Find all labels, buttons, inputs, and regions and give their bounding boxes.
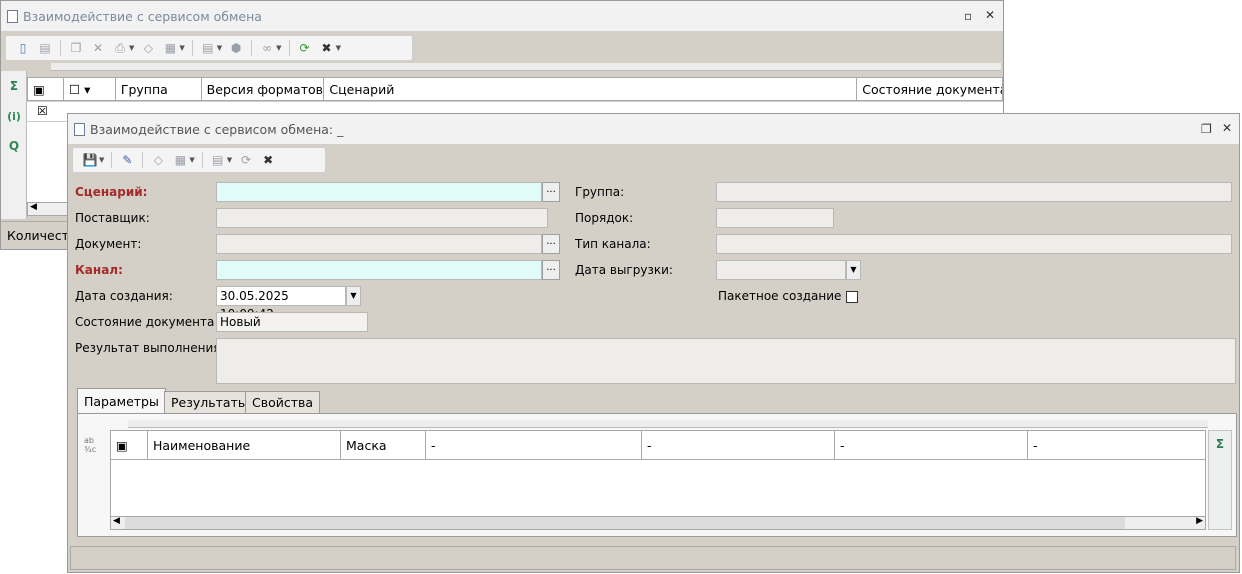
front-window: Взаимодействие с сервисом обмена: _ ❐ ✕ … (67, 113, 1240, 573)
document-icon (7, 9, 18, 23)
tools-icon[interactable]: ✖ (319, 40, 335, 56)
col-document-state[interactable]: Состояние документа (857, 78, 1002, 100)
sum-icon[interactable]: Σ (3, 75, 25, 97)
col-group[interactable]: Группа (116, 78, 202, 100)
front-status-bar (70, 546, 1236, 570)
parameters-grid-body (110, 460, 1206, 516)
scroll-right-icon[interactable]: ▶ (1196, 516, 1203, 526)
document-label: Документ: (75, 237, 142, 251)
back-window-titlebar: Взаимодействие с сервисом обмена ▫ ✕ (1, 1, 1003, 31)
result-field[interactable] (216, 338, 1236, 384)
supplier-label: Поставщик: (75, 211, 150, 225)
scroll-left-icon[interactable]: ◀ (113, 516, 120, 526)
group-label: Группа: (575, 185, 625, 199)
archive-icon[interactable]: ▦ (162, 40, 178, 56)
edit-icon[interactable]: ▤ (37, 40, 53, 56)
col-dash-3[interactable]: - (835, 431, 1028, 459)
scroll-thumb[interactable] (125, 517, 1125, 529)
col-dash-1[interactable]: - (426, 431, 642, 459)
batch-create-checkbox[interactable] (846, 291, 858, 303)
count-label: Количест (7, 228, 69, 243)
close-icon[interactable]: ✕ (1222, 121, 1232, 135)
report-icon[interactable]: ▤ (210, 152, 226, 168)
columns-icon[interactable]: ▣ (111, 431, 148, 459)
text-format-icon[interactable]: ab ¾c (84, 436, 96, 454)
front-toolbar: 💾 ▼ ✎ ◇ ▦ ▼ ▤ ▼ ⟳ ✖ (72, 147, 326, 173)
order-label: Порядок: (575, 211, 634, 225)
parameters-side-panel: Σ (1208, 430, 1232, 530)
scenario-field[interactable] (216, 182, 542, 202)
export-date-field[interactable] (716, 260, 846, 280)
select-all-checkbox[interactable]: ☐ ▾ (64, 78, 116, 100)
parameters-grid-header: ▣ Наименование Маска - - - - (110, 430, 1206, 460)
columns-icon[interactable]: ▣ (28, 78, 64, 100)
channel-ellipsis-button[interactable]: ... (542, 260, 560, 280)
document-icon (74, 122, 85, 136)
parameters-horizontal-scrollbar[interactable]: ◀ ▶ (110, 516, 1206, 530)
document-state-field: Новый (216, 312, 368, 332)
document-ellipsis-button[interactable]: ... (542, 234, 560, 254)
link-icon[interactable]: ∞ (259, 40, 275, 56)
result-label: Результат выполнения: (75, 341, 225, 355)
back-window-title: Взаимодействие с сервисом обмена (23, 8, 262, 24)
new-icon[interactable]: ▯ (15, 40, 31, 56)
channel-field[interactable] (216, 260, 542, 280)
database-icon[interactable]: ⬢ (228, 40, 244, 56)
created-date-dropdown[interactable]: ▼ (346, 286, 361, 306)
back-side-panel: Σ (i) Q (1, 71, 27, 219)
document-field[interactable] (216, 234, 542, 254)
delete-icon[interactable]: ✕ (90, 40, 106, 56)
copy-icon[interactable]: ❐ (68, 40, 84, 56)
tools-icon[interactable]: ✖ (260, 152, 276, 168)
front-window-titlebar: Взаимодействие с сервисом обмена: _ ❐ ✕ (68, 114, 1239, 144)
created-date-field[interactable]: 30.05.2025 10:09:42 (216, 286, 346, 321)
back-grid-header: ▣ ☐ ▾ Группа Версия форматов Сценарий Со… (27, 77, 1003, 101)
batch-create-label: Пакетное создание (718, 289, 842, 303)
eraser-icon[interactable]: ◇ (150, 152, 166, 168)
tab-parameters[interactable]: Параметры (77, 388, 166, 414)
col-format-version[interactable]: Версия форматов (202, 78, 325, 100)
tab-panel: ab ¾c ▣ Наименование Маска - - - - ◀ ▶ Σ (77, 413, 1237, 537)
apply-icon[interactable]: ✎ (119, 152, 135, 168)
channel-label: Канал: (75, 263, 123, 277)
document-state-label: Состояние документа (75, 315, 215, 329)
restore-icon[interactable]: ▫ (964, 9, 972, 23)
column-drag-strip (51, 63, 1001, 71)
close-icon[interactable]: ✕ (985, 8, 995, 22)
col-dash-2[interactable]: - (642, 431, 835, 459)
supplier-field[interactable] (216, 208, 548, 228)
archive-icon[interactable]: ▦ (172, 152, 188, 168)
eraser-icon[interactable]: ◇ (140, 40, 156, 56)
grid-drag-strip (128, 420, 1208, 428)
search-icon[interactable]: Q (3, 135, 25, 157)
col-mask[interactable]: Маска (341, 431, 426, 459)
channel-type-field[interactable] (716, 234, 1232, 254)
scenario-ellipsis-button[interactable]: ... (542, 182, 560, 202)
scenario-label: Сценарий: (75, 185, 148, 199)
export-date-label: Дата выгрузки: (575, 263, 673, 277)
info-icon[interactable]: (i) (3, 105, 25, 127)
refresh-icon[interactable]: ⟳ (238, 152, 254, 168)
restore-icon[interactable]: ❐ (1201, 122, 1212, 136)
print-icon[interactable]: ⎙ (112, 40, 128, 56)
save-icon[interactable]: 💾 (82, 152, 98, 168)
report-icon[interactable]: ▤ (200, 40, 216, 56)
tab-properties[interactable]: Свойства (245, 391, 321, 414)
front-window-title: Взаимодействие с сервисом обмена: _ (90, 121, 344, 137)
row-edit-icon[interactable]: ☒ (37, 104, 48, 118)
tab-results[interactable]: Результаты (164, 391, 255, 414)
group-field[interactable] (716, 182, 1232, 202)
refresh-icon[interactable]: ⟳ (297, 40, 313, 56)
col-dash-4[interactable]: - (1028, 431, 1205, 459)
col-scenario[interactable]: Сценарий (324, 78, 858, 100)
col-name[interactable]: Наименование (148, 431, 341, 459)
order-field[interactable] (716, 208, 834, 228)
sum-icon[interactable]: Σ (1209, 433, 1231, 455)
back-toolbar: ▯ ▤ ❐ ✕ ⎙ ▼ ◇ ▦ ▼ ▤ ▼ ⬢ ∞ ▼ ⟳ ✖ ▼ (5, 35, 413, 61)
created-date-label: Дата создания: (75, 289, 173, 303)
export-date-dropdown[interactable]: ▼ (846, 260, 861, 280)
scroll-left-icon[interactable]: ◀ (30, 202, 37, 212)
channel-type-label: Тип канала: (575, 237, 651, 251)
